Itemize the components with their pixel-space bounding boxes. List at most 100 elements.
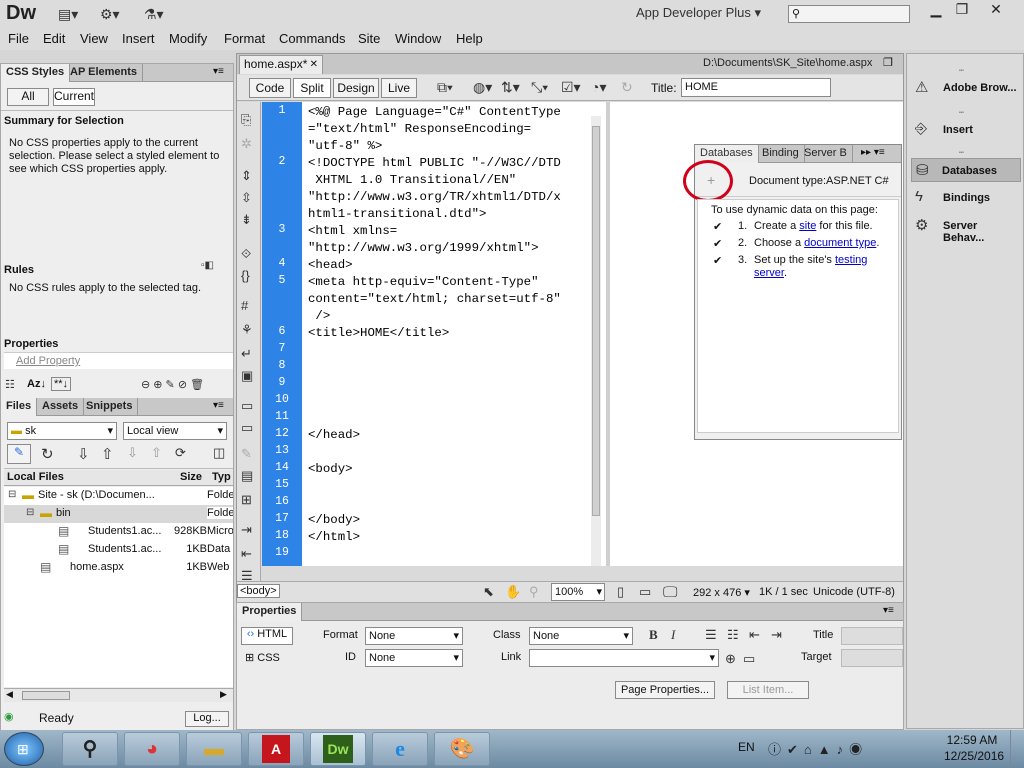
step-link[interactable]: site (799, 220, 816, 232)
italic-icon[interactable]: I (671, 627, 675, 643)
layout-menu-icon[interactable]: ▤▾ (58, 6, 78, 22)
remove-comment-icon[interactable]: ▭ (241, 420, 253, 436)
menu-site[interactable]: Site (358, 31, 380, 46)
gear-icon[interactable]: ⚙▾ (100, 6, 120, 22)
tab-css-styles[interactable]: CSS Styles (1, 64, 71, 82)
wrap-tag-icon[interactable]: ✎ (241, 446, 252, 462)
select-tool-icon[interactable]: ⬉ (483, 584, 494, 600)
tab-properties[interactable]: Properties (237, 603, 303, 621)
outdent-icon[interactable]: ⇤ (241, 546, 252, 562)
unordered-list-icon[interactable]: ☰ (705, 627, 717, 643)
panel-databases[interactable]: ⛁ Databases (911, 158, 1021, 182)
show-code-nav-icon[interactable]: ✲ (241, 136, 252, 152)
put-files-icon[interactable]: ⇧ (101, 445, 114, 463)
indent-icon[interactable]: ⇥ (241, 522, 252, 538)
all-button[interactable]: All (7, 88, 49, 106)
line-numbers-icon[interactable]: # (241, 298, 248, 313)
expand-toggle-icon[interactable]: ⊟ (26, 507, 34, 518)
css-mode-button[interactable]: ⊞ CSS (245, 651, 280, 664)
panel-adobe-browserlab[interactable]: ⚠ Adobe Brow... (911, 76, 1021, 100)
browser-compat-icon[interactable]: ◔▾ (591, 79, 606, 96)
tab-assets[interactable]: Assets (37, 398, 85, 416)
code-scroll-thumb[interactable] (592, 126, 600, 516)
mobile-size-icon[interactable]: ▯ (617, 584, 624, 600)
show-desktop-button[interactable] (1010, 730, 1024, 768)
menu-window[interactable]: Window (395, 31, 441, 46)
menu-commands[interactable]: Commands (279, 31, 345, 46)
id-select[interactable]: None ▾ (365, 649, 463, 667)
taskbar-acrobat[interactable]: A (248, 732, 304, 766)
site-menu-icon[interactable]: ⚗▾ (144, 6, 164, 22)
scroll-right-icon[interactable]: ▶ (220, 689, 227, 700)
preview-browser-icon[interactable]: ◍▾ (473, 79, 492, 96)
db-panel-menu-icon[interactable]: ▸▸ ▾≡ (861, 147, 885, 158)
log-button[interactable]: Log... (185, 711, 229, 727)
indent-text-icon[interactable]: ⇥ (771, 627, 782, 643)
document-title-input[interactable]: HOME (681, 78, 831, 97)
check-out-icon[interactable]: ⇩ (127, 445, 138, 461)
files-scrollbar[interactable]: ◀ ▶ (4, 688, 233, 702)
syntax-coloring-icon[interactable]: ▣ (241, 368, 253, 384)
language-indicator[interactable]: EN (738, 740, 755, 754)
css-tools-icon[interactable]: ⊖ ⊕ ✎ ⊘ 🗑 (141, 378, 204, 391)
tab-snippets[interactable]: Snippets (81, 398, 139, 416)
collapse-tag-icon[interactable]: ⇕ (241, 168, 252, 184)
expand-toggle-icon[interactable]: ⊟ (8, 489, 16, 500)
restore-doc-icon[interactable]: ❐ (883, 56, 893, 69)
recent-snippets-icon[interactable]: ▤ (241, 468, 253, 484)
file-row[interactable]: ▤ home.aspx 1KB Web (4, 559, 233, 577)
file-row[interactable]: ▤ Students1.ac... 1KB Data (4, 541, 233, 559)
debug-icon[interactable]: ⇅▾ (501, 79, 520, 96)
panel-server-behaviors[interactable]: ⚙ Server Behav... (911, 214, 1021, 244)
add-property-link[interactable]: Add Property (16, 355, 80, 367)
start-button[interactable]: ⊞ (4, 732, 44, 766)
tablet-size-icon[interactable]: ▭ (639, 584, 651, 600)
tab-files[interactable]: Files (1, 398, 38, 416)
restore-button[interactable]: ❐ (946, 0, 978, 20)
current-button[interactable]: Current (53, 88, 95, 106)
tray-icons[interactable]: ⓘ✔⌂▲♪◉ (768, 739, 868, 758)
live-view-button[interactable]: Live (381, 78, 417, 98)
file-row[interactable]: ▤ Students1.ac... 928KB Micro (4, 523, 233, 541)
menu-edit[interactable]: Edit (43, 31, 65, 46)
zoom-tool-icon[interactable]: ⚲ (529, 584, 539, 600)
step-link[interactable]: document type (804, 237, 876, 249)
scroll-thumb[interactable] (22, 691, 70, 700)
header-type[interactable]: Typ (212, 471, 231, 483)
collapse-selection-icon[interactable]: ⇳ (241, 190, 252, 206)
tag-selector-body[interactable]: <body> (237, 584, 280, 598)
close-tab-icon[interactable]: ✕ (310, 56, 318, 73)
taskbar-paint[interactable]: 🎨 (434, 732, 490, 766)
format-select[interactable]: None ▾ (365, 627, 463, 645)
code-view-button[interactable]: Code (249, 78, 291, 98)
desktop-size-icon[interactable]: 🖵 (663, 584, 677, 601)
az-sort-button[interactable]: Az↓ (27, 378, 46, 390)
menu-insert[interactable]: Insert (122, 31, 155, 46)
balance-braces-icon[interactable]: {} (241, 268, 250, 283)
refresh-design-icon[interactable]: ↻ (621, 79, 633, 96)
close-button[interactable]: ✕ (980, 0, 1012, 20)
html-mode-button[interactable]: ‹› HTML (241, 627, 293, 645)
menu-view[interactable]: View (80, 31, 108, 46)
word-wrap-icon[interactable]: ↵ (241, 346, 252, 362)
tab-ap-elements[interactable]: AP Elements (65, 64, 144, 82)
expand-all-icon[interactable]: ⇟ (241, 212, 252, 228)
apply-comment-icon[interactable]: ▭ (241, 398, 253, 414)
refresh-icon[interactable]: ↻ (41, 445, 54, 463)
header-local-files[interactable]: Local Files (7, 471, 64, 483)
expand-icon[interactable]: ◫ (213, 445, 225, 461)
site-select[interactable]: ▬ sk ▾ (7, 422, 117, 440)
design-view-button[interactable]: Design (333, 78, 379, 98)
taskbar-explorer[interactable]: ▬ (186, 732, 242, 766)
category-view-icon[interactable]: ☷ (5, 378, 15, 391)
list-item-button[interactable]: List Item... (727, 681, 809, 699)
class-select[interactable]: None ▾ (529, 627, 633, 645)
open-documents-icon[interactable]: ⎘ (241, 112, 251, 128)
panel-insert[interactable]: ⎆ Insert (911, 118, 1021, 142)
visual-aids-icon[interactable]: ⤡▾ (531, 79, 548, 96)
menu-format[interactable]: Format (224, 31, 265, 46)
point-to-file-icon[interactable]: ⊕ (725, 651, 736, 667)
select-parent-tag-icon[interactable]: ⟐ (241, 246, 251, 262)
taskbar-dreamweaver[interactable]: Dw (310, 732, 366, 766)
bold-icon[interactable]: B (649, 627, 658, 643)
